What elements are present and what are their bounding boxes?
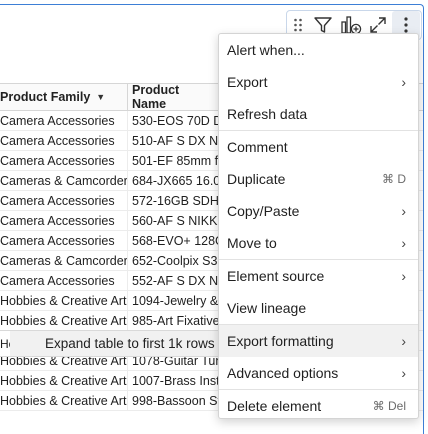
- menu-item-duplicate[interactable]: Duplicate ⌘ D: [219, 163, 418, 195]
- menu-item-alert-when[interactable]: Alert when...: [219, 34, 418, 66]
- menu-item-label: Copy/Paste: [227, 203, 300, 219]
- column-header-product-family[interactable]: Product Family ▼: [0, 84, 128, 110]
- menu-item-refresh-data[interactable]: Refresh data: [219, 98, 418, 130]
- menu-item-export-formatting[interactable]: Export formatting ›: [219, 325, 418, 357]
- shortcut-hint: ⌘ D: [382, 172, 406, 186]
- cell-product-name[interactable]: 998-Bassoon Stands: [128, 391, 228, 410]
- cell-product-name[interactable]: 684-JX665 16.0: [128, 171, 228, 190]
- menu-item-label: Duplicate: [227, 171, 286, 187]
- menu-item-label: Comment: [227, 139, 288, 155]
- caret-down-icon[interactable]: ▼: [96, 92, 105, 102]
- shortcut-hint: ⌘ Del: [372, 399, 406, 413]
- column-header-label: Product Family: [0, 90, 91, 104]
- cell-product-name[interactable]: 572-16GB SDHC: [128, 191, 228, 210]
- chevron-right-icon: ›: [401, 333, 406, 349]
- cell-product-name[interactable]: 530-EOS 70D DS: [128, 111, 228, 130]
- menu-item-label: Advanced options: [227, 365, 339, 381]
- cell-product-name[interactable]: 1094-Jewelry &: [128, 291, 228, 310]
- menu-item-view-lineage[interactable]: View lineage: [219, 292, 418, 324]
- cell-product-family[interactable]: Camera Accessories: [0, 271, 128, 290]
- menu-item-label: Element source: [227, 268, 325, 284]
- chevron-right-icon: ›: [401, 268, 406, 284]
- menu-item-label: Refresh data: [227, 106, 308, 122]
- cell-product-family[interactable]: Hobbies & Creative Arts: [0, 291, 128, 310]
- cell-product-name[interactable]: 510-AF S DX NIK: [128, 131, 228, 150]
- cell-product-family[interactable]: Cameras & Camcorders: [0, 251, 128, 270]
- cell-product-family[interactable]: Camera Accessories: [0, 151, 128, 170]
- cell-product-name[interactable]: 560-AF S NIKKO: [128, 211, 228, 230]
- menu-item-label: View lineage: [227, 300, 307, 316]
- cell-product-family[interactable]: Cameras & Camcorders: [0, 171, 128, 190]
- chevron-right-icon: ›: [401, 74, 406, 90]
- column-header-product-name[interactable]: Product Name ▼: [128, 83, 228, 111]
- menu-item-element-source[interactable]: Element source ›: [219, 260, 418, 292]
- context-menu: Alert when... Export › Refresh data Comment D…: [218, 33, 419, 419]
- cell-product-name[interactable]: 568-EVO+ 128G: [128, 231, 228, 250]
- cell-product-name[interactable]: 985-Art Fixatives: [128, 311, 228, 330]
- menu-item-comment[interactable]: Comment: [219, 131, 418, 163]
- menu-item-export[interactable]: Export ›: [219, 66, 418, 98]
- menu-item-label: Export: [227, 74, 268, 90]
- menu-item-move-to[interactable]: Move to ›: [219, 227, 418, 259]
- chevron-right-icon: ›: [401, 203, 406, 219]
- expand-table-banner[interactable]: Ho Expand table to first 1k rows: [0, 330, 222, 357]
- cell-product-name[interactable]: 1007-Brass Instr: [128, 371, 228, 390]
- menu-item-label: Alert when...: [227, 42, 305, 58]
- cell-product-family[interactable]: Camera Accessories: [0, 131, 128, 150]
- cell-product-family[interactable]: Hobbies & Creative Arts: [0, 391, 128, 410]
- expand-table-label[interactable]: Expand table to first 1k rows: [10, 336, 215, 351]
- cell-product-family[interactable]: Camera Accessories: [0, 211, 128, 230]
- menu-item-label: Delete element: [227, 398, 322, 414]
- cell-product-family[interactable]: Camera Accessories: [0, 231, 128, 250]
- chevron-right-icon: ›: [401, 365, 406, 381]
- truncated-cell-text: Ho: [0, 331, 10, 356]
- menu-item-advanced-options[interactable]: Advanced options ›: [219, 357, 418, 389]
- cell-product-name[interactable]: 552-AF S DX NIK: [128, 271, 228, 290]
- chevron-right-icon: ›: [401, 235, 406, 251]
- menu-item-label: Export formatting: [227, 333, 334, 349]
- menu-item-copy-paste[interactable]: Copy/Paste ›: [219, 195, 418, 227]
- cell-product-family[interactable]: Camera Accessories: [0, 191, 128, 210]
- cell-product-family[interactable]: Hobbies & Creative Arts: [0, 371, 128, 390]
- menu-item-delete-element[interactable]: Delete element ⌘ Del: [219, 390, 418, 422]
- cell-product-name[interactable]: 652-Coolpix S37: [128, 251, 228, 270]
- cell-product-name[interactable]: 501-EF 85mm f/: [128, 151, 228, 170]
- menu-item-label: Move to: [227, 235, 277, 251]
- column-header-label: Product Name: [132, 83, 180, 111]
- cell-product-family[interactable]: Hobbies & Creative Arts: [0, 311, 128, 330]
- cell-product-family[interactable]: Camera Accessories: [0, 111, 128, 130]
